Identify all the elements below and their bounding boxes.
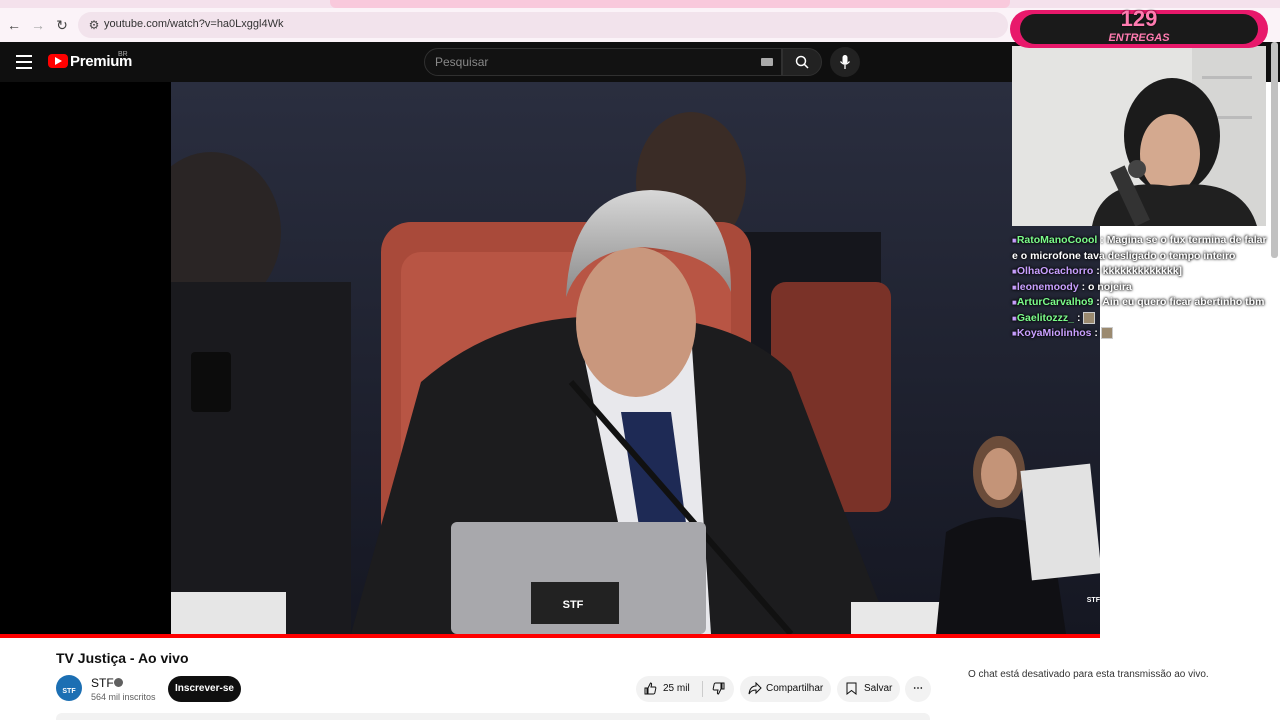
chat-username: OlhaOcachorro	[1016, 265, 1094, 277]
chat-username: KoyaMiolinhos	[1016, 327, 1092, 339]
chat-message: ■RatoManoCoool : Magina se o fux termina…	[1012, 234, 1267, 262]
court-session-scene: STF	[171, 82, 1100, 634]
like-count: 25 mil	[663, 683, 690, 694]
share-label: Compartilhar	[766, 683, 824, 694]
chat-text: o nojeira	[1088, 280, 1132, 293]
dislike-button[interactable]	[703, 676, 734, 702]
video-player[interactable]: STF STF	[0, 82, 1100, 638]
chat-username: Gaelitozzz_	[1016, 311, 1075, 324]
microphone-icon	[839, 55, 851, 69]
chat-username: leonemoody	[1016, 280, 1079, 293]
bookmark-icon	[846, 682, 857, 695]
chat-message: ■leonemoody : o nojeira	[1012, 280, 1132, 293]
search-icon	[795, 55, 809, 69]
progress-bar[interactable]	[0, 634, 1100, 638]
like-dislike-group: 25 mil	[636, 676, 734, 702]
webcam-feed	[1012, 46, 1266, 226]
share-button[interactable]: Compartilhar	[740, 676, 831, 702]
subscriber-count: 564 mil inscritos	[91, 692, 156, 702]
streamer-webcam-image	[1012, 46, 1266, 226]
youtube-logo-icon[interactable]	[48, 54, 68, 68]
deliveries-label: ENTREGAS	[1108, 32, 1170, 44]
url-text: youtube.com/watch?v=ha0Lxggl4Wk	[104, 18, 284, 30]
channel-watermark: STF	[1086, 597, 1100, 604]
keyboard-icon[interactable]	[761, 58, 773, 66]
hamburger-menu-icon[interactable]	[16, 55, 32, 69]
thumbs-up-icon	[644, 682, 657, 695]
chat-message: ■Gaelitozzz_ :	[1012, 311, 1268, 327]
channel-avatar[interactable]: STF	[56, 675, 82, 701]
save-label: Salvar	[864, 683, 893, 694]
chat-message: ■KoyaMiolinhos :	[1012, 326, 1268, 342]
share-arrow-icon	[748, 682, 762, 695]
search-box	[424, 48, 782, 76]
chat-text: Ain eu quero ficar abertinho tbm	[1102, 296, 1265, 308]
chat-text: kkkkkkkkkkkkk]	[1102, 265, 1183, 277]
country-code: BR	[118, 51, 128, 58]
chat-emote-icon	[1100, 327, 1113, 340]
save-button[interactable]: Salvar	[837, 676, 900, 702]
deliveries-counter-badge: 129 ENTREGAS	[1010, 6, 1268, 48]
description-box[interactable]	[56, 713, 930, 720]
chat-username: RatoManoCoool	[1016, 234, 1098, 246]
active-tab[interactable]	[330, 0, 1010, 8]
progress-fill	[0, 634, 1100, 638]
verified-check-icon	[114, 678, 123, 687]
voice-search-button[interactable]	[830, 47, 860, 77]
forward-button[interactable]: →	[28, 16, 48, 34]
thumbs-down-icon	[712, 682, 725, 695]
laptop-stf-label: STF	[563, 599, 584, 611]
back-button[interactable]: ←	[4, 16, 24, 34]
deliveries-count: 129	[1120, 6, 1158, 31]
site-settings-icon[interactable]: ⚙	[86, 17, 102, 33]
chat-message: ■ArturCarvalho9 : Ain eu quero ficar abe…	[1012, 296, 1265, 308]
search-button[interactable]	[782, 48, 822, 76]
chat-message: ■OlhaOcachorro : kkkkkkkkkkkkk]	[1012, 265, 1183, 277]
reload-button[interactable]: ↻	[52, 16, 72, 34]
page-scrollbar[interactable]	[1271, 42, 1278, 258]
address-bar[interactable]: ⚙ youtube.com/watch?v=ha0Lxggl4Wk	[78, 12, 1008, 38]
stream-chat-overlay: ■RatoManoCoool : Magina se o fux termina…	[1012, 233, 1268, 342]
more-actions-button[interactable]: ⋯	[905, 676, 931, 702]
chat-emote-icon	[1083, 311, 1096, 324]
search-input[interactable]	[435, 53, 735, 71]
subscribe-button[interactable]: Inscrever-se	[168, 676, 241, 702]
video-title: TV Justiça - Ao vivo	[56, 650, 189, 666]
chat-username: ArturCarvalho9	[1016, 296, 1094, 308]
video-frame[interactable]: STF STF	[171, 82, 1100, 634]
like-button[interactable]: 25 mil	[636, 676, 702, 702]
channel-name[interactable]: STF	[91, 676, 114, 690]
chat-disabled-message: O chat está desativado para esta transmi…	[968, 669, 1209, 680]
